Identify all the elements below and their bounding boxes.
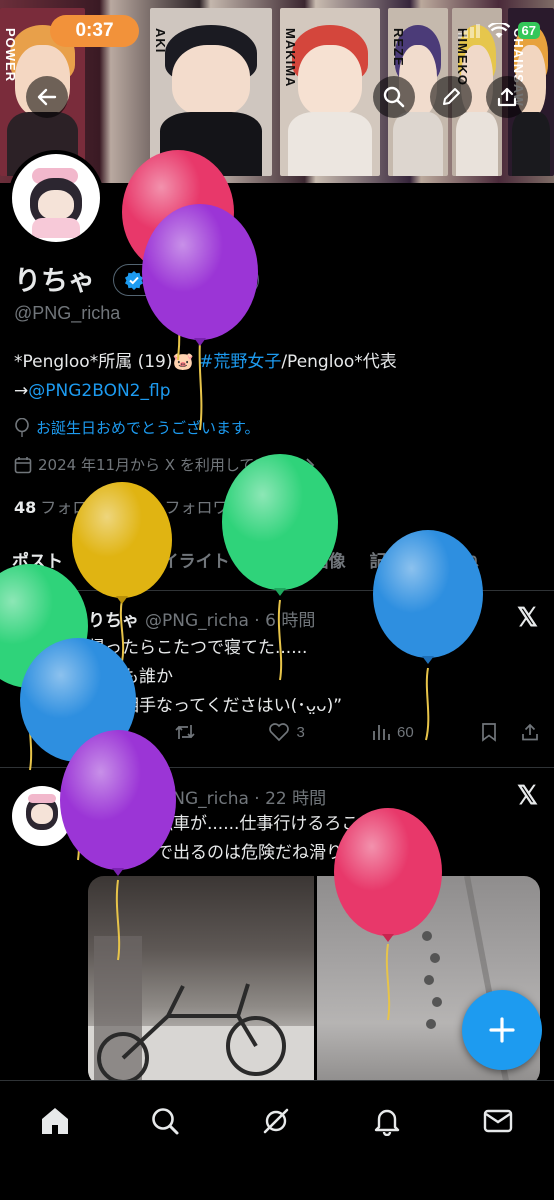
search-icon	[152, 1108, 179, 1135]
signal-icon	[457, 23, 480, 38]
share-icon[interactable]	[520, 722, 540, 742]
tweet-text: 帰ったらこたつで寝てた...... 今日も誰か 遊び相手なってくださはい(･ᴗ̤…	[88, 634, 538, 721]
follow-stats: 48 フォロー中 37 フォロワー	[14, 494, 245, 518]
tweet-line: 遊び相手なってくださはい(･ᴗ̤ᴗ)”	[88, 696, 343, 716]
following-count: 48	[14, 498, 37, 517]
get-verified-label: 認証を受ける	[150, 272, 247, 291]
banner-poster: MAKIMA	[280, 8, 380, 176]
tweet-text: りおの自転車が......仕事行けるろこれ サンダルで出るのは危険だね滑りかけた	[88, 810, 538, 868]
tweet-line: りおの自転車が......仕事行けるろこれ	[88, 814, 376, 834]
status-icons: 67	[457, 22, 540, 39]
battery-indicator: 67	[517, 22, 540, 39]
plus-icon	[489, 1017, 515, 1043]
following-link[interactable]: 48 フォロー中	[14, 494, 120, 518]
tab-highlights[interactable]: ハイライト	[133, 543, 242, 590]
profile-handle: @PNG_richa	[14, 303, 121, 323]
birthday-text: お誕生日おめでとうございます。	[36, 419, 260, 437]
tab-replies[interactable]: 返信	[75, 543, 133, 590]
tweet-author-name: りちゃ	[88, 789, 139, 809]
like-count: 3	[296, 723, 305, 741]
tweet-header: りちゃ @PNG_richa · 6 時間	[88, 606, 315, 631]
share-button[interactable]	[486, 76, 528, 118]
followers-label: フォロワー	[164, 498, 245, 517]
nav-messages[interactable]	[476, 1099, 520, 1143]
heart-icon	[269, 723, 290, 742]
bottom-navigation	[0, 1080, 554, 1200]
bell-icon	[374, 1109, 400, 1136]
nav-grok[interactable]	[254, 1099, 298, 1143]
tweet-avatar[interactable]	[12, 786, 72, 846]
birthday-row: お誕生日おめでとうございます。	[14, 417, 260, 438]
followers-link[interactable]: 37 フォロワー	[138, 494, 244, 518]
profile-tabs: ポスト 返信 ハイライト 動画 画像 記事 いいね	[0, 543, 554, 591]
tweet-line: 今日も誰か	[88, 667, 173, 687]
verified-badge-icon	[125, 271, 143, 290]
nav-home[interactable]	[33, 1099, 77, 1143]
tab-likes[interactable]: いいね	[416, 543, 491, 590]
followers-count: 37	[138, 498, 161, 517]
arrow-left-icon	[37, 88, 57, 106]
tab-videos[interactable]: 動画	[242, 543, 300, 590]
tweet-header: りちゃ @PNG_richa · 22 時間	[88, 784, 326, 809]
edit-button[interactable]	[430, 76, 472, 118]
get-verified-button[interactable]: 認証を受ける	[113, 264, 260, 296]
bio-mention-link[interactable]: @PNG2BON2_flp	[28, 381, 170, 401]
like-button[interactable]: 3	[268, 722, 305, 742]
banner-poster: AKI	[150, 8, 272, 176]
home-icon	[42, 1108, 68, 1134]
nav-notifications[interactable]	[365, 1099, 409, 1143]
wifi-icon	[487, 22, 510, 38]
pig-emoji: 🐷	[172, 352, 194, 372]
search-button[interactable]	[373, 76, 415, 118]
profile-bio: *Pengloo*所属 (19)🐷 #荒野女子/Pengloo*代表 →@PNG…	[14, 348, 544, 406]
following-label: フォロー中	[40, 498, 121, 517]
tweet-line: サンダルで出るのは危険だね滑りかけた	[88, 843, 394, 863]
x-logo-icon: 𝕏	[517, 602, 538, 632]
retweet-icon	[175, 725, 195, 739]
mail-icon	[483, 1109, 513, 1133]
back-button[interactable]	[26, 76, 68, 118]
search-icon	[383, 86, 405, 108]
retweet-button[interactable]	[174, 722, 202, 742]
tweet-extra-actions	[480, 722, 540, 742]
tweet-item[interactable]: りちゃ @PNG_richa · 6 時間 𝕏 帰ったらこたつで寝てた......…	[0, 592, 554, 768]
balloon-icon	[15, 417, 29, 437]
media-photo-bicycle[interactable]	[88, 876, 314, 1086]
compose-post-button[interactable]	[462, 990, 542, 1070]
tweet-meta: @PNG_richa · 6 時間	[145, 611, 316, 631]
views-button[interactable]: 60	[371, 722, 414, 742]
grok-icon	[263, 1108, 289, 1134]
tweet-line: 帰ったらこたつで寝てた......	[88, 638, 308, 658]
tweet-author-name: りちゃ	[88, 611, 139, 631]
joined-text: 2024 年11月から X を利用しています	[38, 456, 300, 474]
reply-button[interactable]	[88, 722, 108, 742]
status-time: 0:37	[50, 15, 139, 47]
pen-icon	[443, 88, 460, 105]
reply-icon	[90, 724, 106, 742]
tab-posts[interactable]: ポスト	[0, 543, 75, 590]
bookmark-icon[interactable]	[480, 722, 498, 742]
bio-text: /Pengloo*代表	[281, 352, 397, 372]
profile-name: りちゃ	[14, 266, 95, 297]
views-icon	[373, 725, 390, 740]
tab-articles[interactable]: 記事	[358, 543, 416, 590]
profile-banner[interactable]: POWER AKI MAKIMA REZE HIMEKO CHAINSAW 0:…	[0, 0, 554, 183]
views-count: 60	[397, 723, 414, 741]
share-icon	[497, 87, 517, 107]
tweet-actions: 3 60	[88, 722, 540, 742]
nav-explore[interactable]	[143, 1099, 187, 1143]
bio-hashtag-link[interactable]: #荒野女子	[199, 352, 281, 372]
tweet-avatar[interactable]	[12, 606, 72, 666]
calendar-icon	[14, 456, 32, 473]
bio-arrow: →	[14, 381, 29, 401]
bicycle-photo-sketch	[88, 936, 314, 1086]
x-logo-icon: 𝕏	[517, 780, 538, 810]
bio-text: *Pengloo*所属 (19)	[14, 352, 173, 372]
chevron-right-icon	[306, 457, 315, 472]
tab-photos[interactable]: 画像	[300, 543, 358, 590]
avatar-image	[12, 154, 100, 242]
profile-avatar[interactable]	[8, 150, 104, 246]
joined-row[interactable]: 2024 年11月から X を利用しています	[14, 454, 315, 475]
tweet-meta: @PNG_richa · 22 時間	[145, 789, 327, 809]
